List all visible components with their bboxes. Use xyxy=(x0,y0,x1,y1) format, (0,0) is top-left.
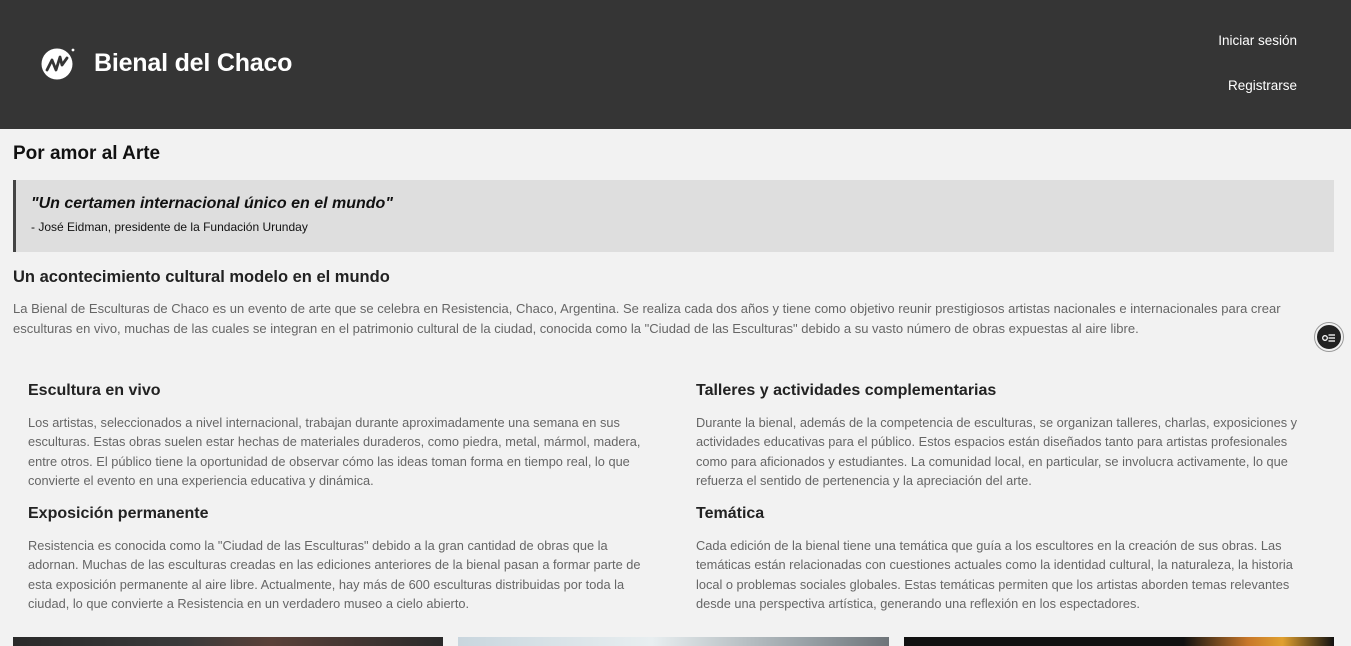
list-menu-icon xyxy=(1322,334,1335,342)
gallery-image[interactable] xyxy=(458,637,889,646)
bienal-logo-icon xyxy=(41,46,75,80)
section-heading: Exposición permanente xyxy=(28,505,209,522)
section-exposicion-permanente: Exposición permanente Resistencia es con… xyxy=(28,505,652,614)
login-link[interactable]: Iniciar sesión xyxy=(1218,33,1297,48)
section-escultura-en-vivo: Escultura en vivo Los artistas, seleccio… xyxy=(28,382,652,491)
gallery-image[interactable] xyxy=(904,637,1334,646)
section-text: Durante la bienal, además de la competen… xyxy=(696,415,1298,489)
floating-menu-button[interactable] xyxy=(1315,323,1343,351)
gallery-image[interactable] xyxy=(13,637,443,646)
intro-text: La Bienal de Esculturas de Chaco es un e… xyxy=(13,301,1281,336)
register-link[interactable]: Registrarse xyxy=(1218,78,1297,93)
section-heading: Talleres y actividades complementarias xyxy=(696,382,997,399)
site-header: Bienal del Chaco Iniciar sesión Registra… xyxy=(0,0,1351,129)
quote-block: "Un certamen internacional único en el m… xyxy=(13,180,1334,252)
section-heading: Temática xyxy=(696,505,765,522)
auth-nav: Iniciar sesión Registrarse xyxy=(1218,33,1297,93)
intro-heading: Un acontecimiento cultural modelo en el … xyxy=(13,268,390,286)
brand-title: Bienal del Chaco xyxy=(94,48,293,77)
section-text: Resistencia es conocida como la "Ciudad … xyxy=(28,538,641,612)
section-tematica: Temática Cada edición de la bienal tiene… xyxy=(696,505,1320,614)
page-title: Por amor al Arte xyxy=(13,143,161,164)
quote-author: - José Eidman, presidente de la Fundació… xyxy=(31,220,308,234)
section-text: Cada edición de la bienal tiene una temá… xyxy=(696,538,1293,612)
section-talleres: Talleres y actividades complementarias D… xyxy=(696,382,1320,491)
brand[interactable]: Bienal del Chaco xyxy=(41,46,292,80)
quote-text: "Un certamen internacional único en el m… xyxy=(31,195,393,212)
section-heading: Escultura en vivo xyxy=(28,382,161,399)
section-text: Los artistas, seleccionados a nivel inte… xyxy=(28,415,641,489)
